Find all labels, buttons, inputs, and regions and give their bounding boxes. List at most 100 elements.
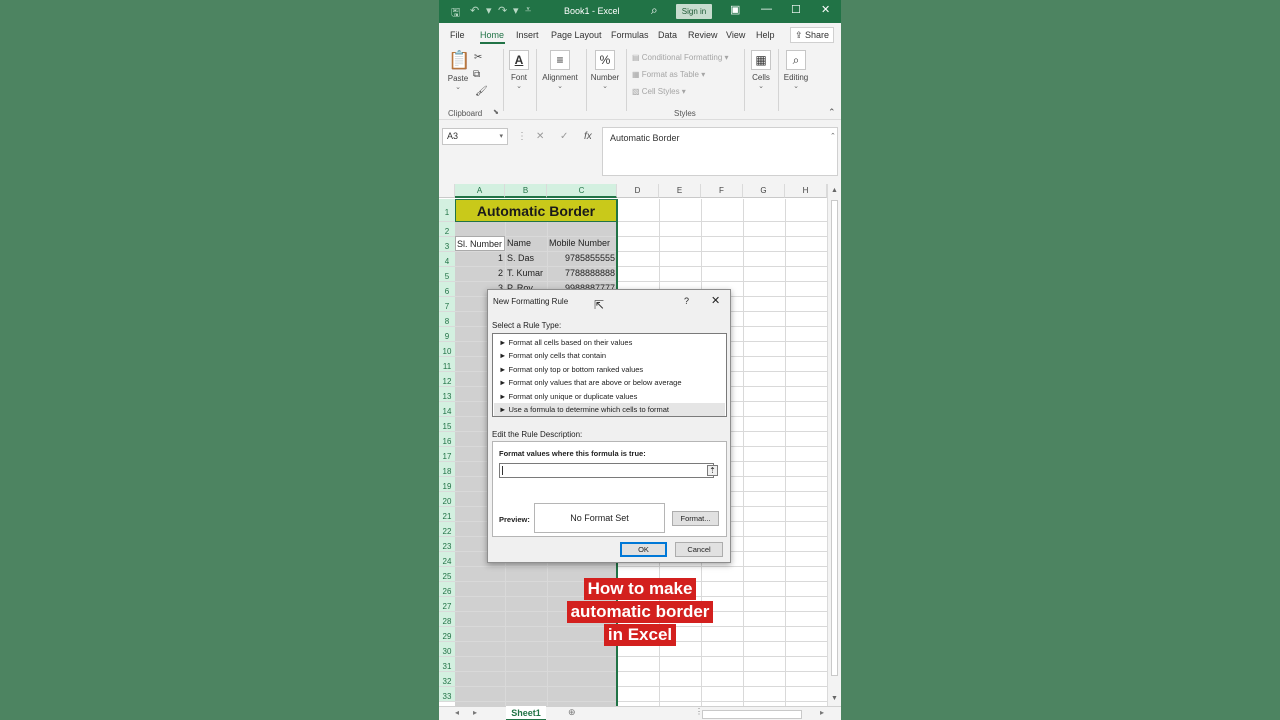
title-cell[interactable]: Automatic Border [455,199,617,222]
format-button[interactable]: Format... [672,511,719,526]
minimize-icon[interactable]: — [761,3,772,15]
rule-type-item[interactable]: ► Format only values that are above or b… [494,376,725,389]
search-icon[interactable]: ⌕ [651,3,658,18]
scroll-down-icon[interactable]: ▼ [831,695,838,702]
maximize-icon[interactable]: ☐ [791,3,801,16]
cells-button[interactable]: ▦ Cells ⌄ [748,50,774,90]
add-sheet-icon[interactable]: ⊕ [568,707,576,718]
cell-a5[interactable]: 2 [455,266,505,281]
cell-a4[interactable]: 1 [455,251,505,266]
row-header[interactable]: 18 [439,462,455,477]
row-header[interactable]: 12 [439,372,455,387]
row-header[interactable]: 4 [439,252,455,267]
cancel-button[interactable]: Cancel [675,542,723,557]
row-header[interactable]: 24 [439,552,455,567]
rule-type-item[interactable]: ► Format only top or bottom ranked value… [494,363,725,376]
rule-type-item-selected[interactable]: ► Use a formula to determine which cells… [494,403,725,416]
scroll-up-icon[interactable]: ▲ [831,187,838,194]
ribbon-display-icon[interactable]: ▣ [730,3,740,16]
row-header[interactable]: 9 [439,327,455,342]
undo-icon[interactable]: ↶ [470,4,479,17]
tab-formulas[interactable]: Formulas [611,30,649,40]
column-header-h[interactable]: H [785,184,827,198]
format-as-table-button[interactable]: ▦ Format as Table ▾ [632,70,705,79]
row-header[interactable]: 5 [439,267,455,282]
row-header[interactable]: 1 [439,199,455,222]
tab-home[interactable]: Home [480,30,504,40]
redo-dropdown-icon[interactable]: ▾ [513,4,519,17]
row-header[interactable]: 17 [439,447,455,462]
formula-input[interactable]: ⇡ [499,463,718,478]
tab-page-layout[interactable]: Page Layout [551,30,602,40]
cut-icon[interactable]: ✂ [474,52,482,63]
expand-formula-bar-icon[interactable]: ⌃ [830,132,836,140]
select-all-corner[interactable] [439,184,455,198]
name-box[interactable]: A3 ▾ [442,128,508,145]
row-header[interactable]: 19 [439,477,455,492]
format-painter-icon[interactable]: 🖌 [475,86,488,97]
tab-review[interactable]: Review [688,30,718,40]
row-header[interactable]: 13 [439,387,455,402]
paste-button[interactable]: 📋 Paste ⌄ [447,51,471,91]
font-button[interactable]: A Font ⌄ [507,50,531,90]
tab-insert[interactable]: Insert [516,30,539,40]
cancel-icon[interactable]: ✕ [536,131,544,142]
ok-button[interactable]: OK [620,542,667,557]
copy-icon[interactable]: ⧉ [473,69,480,80]
cell-a3[interactable]: Sl. Number [455,236,505,251]
enter-icon[interactable]: ✓ [560,131,568,142]
tab-view[interactable]: View [726,30,745,40]
help-icon[interactable]: ? [684,296,689,306]
row-header[interactable]: 21 [439,507,455,522]
row-header[interactable]: 15 [439,417,455,432]
rule-type-item[interactable]: ► Format all cells based on their values [494,336,725,349]
undo-dropdown-icon[interactable]: ▾ [486,4,492,17]
column-header-c[interactable]: C [547,184,617,198]
conditional-formatting-button[interactable]: ▤ Conditional Formatting ▾ [632,53,729,62]
save-icon[interactable]: 🖫 [451,4,460,23]
row-header[interactable]: 2 [439,222,455,237]
insert-function-icon[interactable]: fx [584,131,592,142]
cell-c4[interactable]: 9785855555 [547,251,617,266]
row-header[interactable]: 8 [439,312,455,327]
row-header[interactable]: 3 [439,237,455,252]
share-button[interactable]: ⇪ Share [790,27,834,43]
row-header[interactable]: 11 [439,357,455,372]
row-header[interactable]: 31 [439,657,455,672]
tab-file[interactable]: File [450,30,465,40]
column-header-b[interactable]: B [505,184,547,198]
cell-b4[interactable]: S. Das [506,251,547,266]
redo-icon[interactable]: ↷ [498,4,507,17]
dialog-launcher-icon[interactable]: ⬊ [493,108,499,116]
cell-styles-button[interactable]: ▧ Cell Styles ▾ [632,87,686,96]
scroll-right-icon[interactable]: ▸ [820,708,824,717]
column-header-d[interactable]: D [617,184,659,198]
row-header[interactable]: 6 [439,282,455,297]
number-button[interactable]: % Number ⌄ [589,50,621,90]
collapse-ribbon-icon[interactable]: ⌃ [828,107,836,118]
row-header[interactable]: 33 [439,687,455,702]
column-header-f[interactable]: F [701,184,743,198]
cell-b5[interactable]: T. Kumar [506,266,547,281]
sheet-tab-sheet1[interactable]: Sheet1 [506,706,546,720]
next-sheet-icon[interactable]: ▸ [473,708,477,717]
rule-type-list[interactable]: ► Format all cells based on their values… [492,333,727,417]
row-header[interactable]: 32 [439,672,455,687]
row-header[interactable]: 23 [439,537,455,552]
column-header-e[interactable]: E [659,184,701,198]
sign-in-button[interactable]: Sign in [676,4,712,19]
row-header[interactable]: 22 [439,522,455,537]
row-header[interactable]: 20 [439,492,455,507]
row-header[interactable]: 7 [439,297,455,312]
collapse-dialog-icon[interactable]: ⇡ [707,465,718,476]
tab-help[interactable]: Help [756,30,775,40]
formula-input[interactable]: Automatic Border [602,127,838,176]
tab-data[interactable]: Data [658,30,677,40]
cell-c3[interactable]: Mobile Number [548,236,617,251]
cell-c5[interactable]: 7788888888 [547,266,617,281]
cell-b3[interactable]: Name [506,236,547,251]
rule-type-item[interactable]: ► Format only cells that contain [494,349,725,362]
horizontal-scrollbar[interactable] [702,710,802,719]
alignment-button[interactable]: ≡ Alignment ⌄ [539,50,581,90]
more-options-icon[interactable]: ⋮ [517,131,527,142]
